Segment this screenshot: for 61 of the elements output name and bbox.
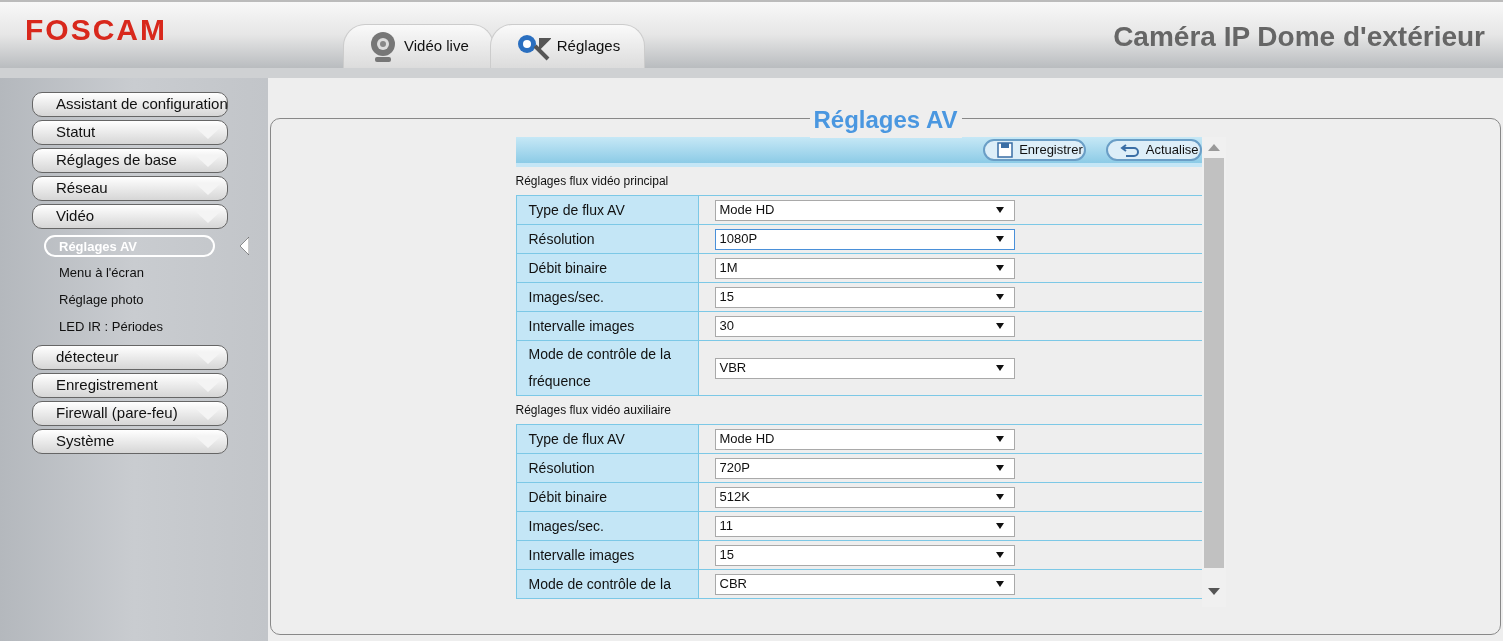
submenu-item[interactable]: Réglage photo [44,288,215,311]
sidebar-menu-button[interactable]: Système [32,429,228,454]
sidebar-menu-button[interactable]: Vidéo [32,204,228,229]
foscam-logo: FOSCAM [25,12,167,48]
field-label: Débit binaire [515,254,699,282]
dropdown-select[interactable]: Mode HD [714,428,1015,450]
dropdown-arrow-icon [995,581,1004,587]
field-label: Mode de contrôle de la [515,570,699,598]
dropdown-select[interactable]: 15 [714,544,1015,566]
dropdown-select[interactable]: 15 [714,286,1015,308]
dropdown-arrow-icon [995,552,1004,558]
field-label: Type de flux AV [515,196,699,224]
dropdown-arrow-icon [995,294,1004,300]
field-label: Résolution [515,454,699,482]
return-arrow-icon [1119,143,1140,157]
page-title: Caméra IP Dome d'extérieur [1113,20,1485,54]
field-label: Images/sec. [515,283,699,311]
nav-tab[interactable]: Réglages [489,24,646,68]
dropdown-arrow-icon [995,465,1004,471]
dropdown-select[interactable]: CBR [714,573,1015,595]
dropdown-select[interactable]: 512K [714,486,1015,508]
dropdown-select[interactable]: Mode HD [714,199,1015,221]
dropdown-select[interactable]: 720P [714,457,1015,479]
dropdown-select[interactable]: 30 [714,315,1015,337]
submenu-item[interactable]: Menu à l'écran [44,261,215,284]
sidebar-menu-button[interactable]: Réglages de base [32,148,228,173]
dropdown-arrow-icon [995,494,1004,500]
field-label: Débit binaire [515,483,699,511]
field-label: Intervalle images [515,312,699,340]
scroll-down-icon [1207,588,1220,595]
toolbar-button[interactable]: Enregistrer [983,139,1086,161]
pointer-triangle-icon [240,236,249,255]
dropdown-arrow-icon [995,436,1004,442]
nav-tab[interactable]: Vidéo live [343,24,494,68]
section-heading: Réglages flux vidéo auxiliaire [515,402,672,419]
dropdown-arrow-icon [995,365,1004,371]
field-label: Résolution [515,225,699,253]
field-label: Images/sec. [515,512,699,540]
dropdown-arrow-icon [995,265,1004,271]
sidebar-menu-button[interactable]: Réseau [32,176,228,201]
submenu-item[interactable]: LED IR : Périodes [44,315,215,338]
sidebar-menu-button[interactable]: Firewall (pare-feu) [32,401,228,426]
dropdown-arrow-icon [995,207,1004,213]
sidebar-menu-button[interactable]: Statut [32,120,228,145]
dropdown-select[interactable]: 11 [714,515,1015,537]
section-heading: Réglages flux vidéo principal [515,173,670,190]
webcam-icon [368,30,398,63]
dropdown-arrow-icon [995,236,1004,242]
toolbar-button[interactable]: Actualise [1105,139,1202,161]
dropdown-select[interactable]: 1M [714,257,1015,279]
dropdown-select[interactable]: VBR [714,357,1015,379]
field-label: Type de flux AV [515,425,699,453]
field-label: Intervalle images [515,541,699,569]
sidebar-menu-button[interactable]: Enregistrement [32,373,228,398]
scroll-up-icon [1207,144,1220,151]
dropdown-arrow-icon [995,323,1004,329]
sidebar-menu-button[interactable]: Assistant de configuration [32,92,228,117]
dropdown-arrow-icon [995,523,1004,529]
dropdown-select[interactable]: 1080P [714,228,1015,250]
field-label: Mode de contrôle de la fréquence [515,341,699,395]
sidebar-menu-button[interactable]: détecteur [32,345,228,370]
